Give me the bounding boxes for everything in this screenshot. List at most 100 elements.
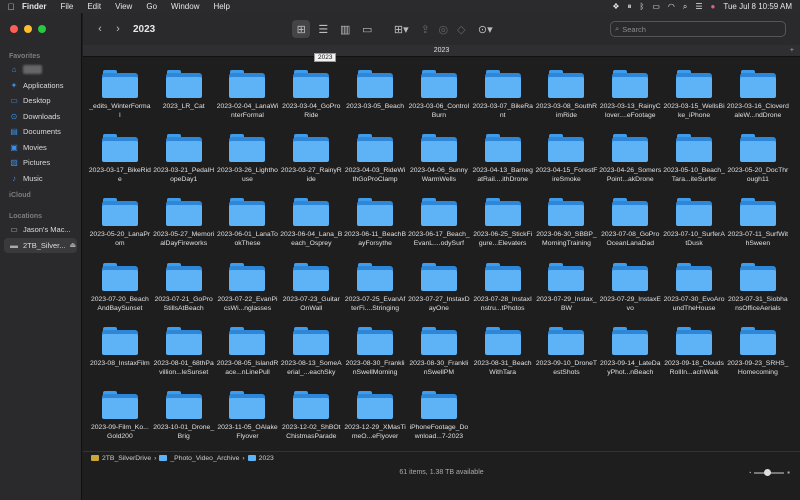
- wifi-icon[interactable]: ◠: [668, 2, 675, 11]
- more-actions-icon[interactable]: ⊙▾: [476, 20, 494, 38]
- folder-item[interactable]: 2023-03-16_CloverdaleW...ndDrone: [726, 69, 790, 133]
- folder-item[interactable]: 2023-08-01_68thPavillion...leSunset: [152, 326, 216, 390]
- folder-item[interactable]: 2023-07-30_EvoAroundTheHouse: [662, 262, 726, 326]
- folder-item[interactable]: 2023-05-20_DocThrough11: [726, 133, 790, 197]
- folder-item[interactable]: 2023-03-06_ControlBurn: [407, 69, 471, 133]
- folder-item[interactable]: 2023-05-27_MemorialDayFireworks: [152, 197, 216, 261]
- folder-item[interactable]: 2023-07-23_GuitarOnWall: [279, 262, 343, 326]
- control-center-icon[interactable]: ☰: [695, 2, 702, 11]
- path-segment[interactable]: _Photo_Video_Archive: [170, 455, 239, 462]
- folder-item[interactable]: 2023-05-20_LanaProm: [88, 197, 152, 261]
- folder-item[interactable]: iPhoneFootage_Download...7-2023: [407, 390, 471, 454]
- icon-size-slider[interactable]: ▪ ▪: [749, 468, 790, 477]
- tab-title[interactable]: 2023: [434, 47, 450, 54]
- folder-item[interactable]: 2023-08-13_SomeAerial_...eachSky: [279, 326, 343, 390]
- column-view-icon[interactable]: ▥: [336, 20, 354, 38]
- pause-icon[interactable]: ⏸: [628, 2, 632, 12]
- folder-item[interactable]: 2023-06-25_StickFigure...Elevaters: [471, 197, 535, 261]
- airdrop-icon[interactable]: ◎: [434, 20, 452, 38]
- folder-item[interactable]: 2023-06-01_LanaTookThese: [216, 197, 280, 261]
- folder-item[interactable]: 2023-07-10_SurferAtDusk: [662, 197, 726, 261]
- folder-item[interactable]: 2023-08-30_FranklinSwellMorning: [343, 326, 407, 390]
- menu-file[interactable]: File: [60, 2, 73, 11]
- battery-icon[interactable]: ▭: [652, 2, 660, 11]
- folder-item[interactable]: 2023-03-13_RainyClover....eFootage: [598, 69, 662, 133]
- folder-item[interactable]: 2023-06-17_Beach_EvanL....odySurf: [407, 197, 471, 261]
- folder-item[interactable]: 2023-09-23_SRHS_Homecoming: [726, 326, 790, 390]
- new-tab-icon[interactable]: +: [790, 45, 794, 57]
- minimize-button[interactable]: [24, 25, 32, 33]
- folder-item[interactable]: 2023-07-28_InstaxInstru...tPhotos: [471, 262, 535, 326]
- sidebar-item-applications[interactable]: ✦ Applications: [0, 78, 81, 94]
- menu-go[interactable]: Go: [146, 2, 157, 11]
- folder-item[interactable]: 2023-03-15_WellsBike_iPhone: [662, 69, 726, 133]
- gallery-view-icon[interactable]: ▭: [358, 20, 376, 38]
- path-segment[interactable]: 2TB_SilverDrive: [102, 455, 151, 462]
- eject-icon[interactable]: ⏏: [70, 241, 77, 249]
- menu-window[interactable]: Window: [171, 2, 199, 11]
- sidebar-item-drive[interactable]: ▬ 2TB_Silver... ⏏: [4, 237, 77, 253]
- folder-item[interactable]: 2023-06-11_BeachBayForsythe: [343, 197, 407, 261]
- folder-item[interactable]: 2023-07-08_GoProOceanLanaDad: [598, 197, 662, 261]
- menu-app-name[interactable]: Finder: [22, 2, 46, 11]
- path-segment[interactable]: 2023: [259, 455, 274, 462]
- folder-item[interactable]: 2023-03-17_BikeRide: [88, 133, 152, 197]
- folder-item[interactable]: 2023-04-13_BarnegatRail....ithDrone: [471, 133, 535, 197]
- slider-knob[interactable]: [764, 468, 772, 476]
- sidebar-item-movies[interactable]: ▣ Movies: [0, 140, 81, 156]
- folder-item[interactable]: 2023-04-26_SomersPoint...akDrone: [598, 133, 662, 197]
- close-button[interactable]: [10, 25, 18, 33]
- folder-item[interactable]: 2023-07-29_Instax_BW: [535, 262, 599, 326]
- folder-item[interactable]: 2023-08-30_FranklinSwellPM: [407, 326, 471, 390]
- folder-item[interactable]: 2023-03-07_BikeRant: [471, 69, 535, 133]
- list-view-icon[interactable]: ☰: [314, 20, 332, 38]
- folder-item[interactable]: 2023-09-14_LateDayPhot...nBeach: [598, 326, 662, 390]
- share-icon[interactable]: ⇪: [416, 20, 434, 38]
- bluetooth-icon[interactable]: ᛒ: [640, 2, 645, 11]
- folder-item[interactable]: 2023-09-Film_Ko...Gold200: [88, 390, 152, 454]
- sidebar-item-mac[interactable]: ▭ Jason's Mac...: [0, 222, 81, 238]
- folder-item[interactable]: 2023-03-26_Lighthouse: [216, 133, 280, 197]
- menu-view[interactable]: View: [115, 2, 132, 11]
- folder-item[interactable]: 2023-06-30_SBBP_MorningTraining: [535, 197, 599, 261]
- folder-item[interactable]: 2023-09-10_DroneTestShots: [535, 326, 599, 390]
- sidebar-item-music[interactable]: ♪ Music: [0, 171, 81, 187]
- menu-edit[interactable]: Edit: [87, 2, 101, 11]
- folder-item[interactable]: 2023-07-20_BeachAndBaySunset: [88, 262, 152, 326]
- spotlight-icon[interactable]: ⌕: [683, 2, 687, 12]
- group-icon[interactable]: ⊞▾: [392, 20, 410, 38]
- folder-item[interactable]: 2023-03-05_Beach: [343, 69, 407, 133]
- slider-track[interactable]: [754, 468, 785, 476]
- folder-item[interactable]: 2023-03-21_PedalHopeDay1: [152, 133, 216, 197]
- folder-item[interactable]: 2023-07-25_EvanAfterFi....Stringing: [343, 262, 407, 326]
- folder-item[interactable]: 2023-03-27_RainyRide: [279, 133, 343, 197]
- zoom-button[interactable]: [38, 25, 46, 33]
- folder-item[interactable]: 2023-07-21_GoProStillsAtBeach: [152, 262, 216, 326]
- folder-item[interactable]: 2023-07-27_InstaxDayOne: [407, 262, 471, 326]
- folder-item[interactable]: 2023-09-18_CloudsRollIn...achWalk: [662, 326, 726, 390]
- search-field[interactable]: ⌕ Search: [610, 21, 786, 37]
- folder-item[interactable]: 2023-07-22_EvanPicsWi...nglasses: [216, 262, 280, 326]
- sidebar-item-documents[interactable]: ▤ Documents: [0, 124, 81, 140]
- folder-item[interactable]: 2023_LR_Cat: [152, 69, 216, 133]
- apple-icon[interactable]: : [0, 2, 22, 12]
- sidebar-item-desktop[interactable]: ▭ Desktop: [0, 93, 81, 109]
- folder-item[interactable]: 2023-11-05_OAlakeFlyover: [216, 390, 280, 454]
- folder-item[interactable]: 2023-02-04_LanaWinterFormal: [216, 69, 280, 133]
- folder-item[interactable]: 2023-05-10_Beach_Tara...iteSurfer: [662, 133, 726, 197]
- sidebar-item-pictures[interactable]: ▨ Pictures: [0, 155, 81, 171]
- folder-item[interactable]: 2023-12-02_ShBOtChistmasParade: [279, 390, 343, 454]
- folder-item[interactable]: 2023-04-03_RideWithGoProClamp: [343, 133, 407, 197]
- folder-item[interactable]: _edits_WinterFormal: [88, 69, 152, 133]
- sidebar-item-downloads[interactable]: ⊙ Downloads: [0, 109, 81, 125]
- folder-item[interactable]: 2023-08-31_BeachWithTara: [471, 326, 535, 390]
- back-button[interactable]: ‹: [91, 20, 109, 38]
- menubar-clock[interactable]: Tue Jul 8 10:59 AM: [723, 2, 792, 11]
- tag-icon[interactable]: ◇: [452, 20, 470, 38]
- folder-item[interactable]: 2023-03-04_GoProRide: [279, 69, 343, 133]
- folder-item[interactable]: 2023-08_InstaxFilm: [88, 326, 152, 390]
- folder-item[interactable]: 2023-07-31_SiobhansOfficeAerials: [726, 262, 790, 326]
- folder-item[interactable]: 2023-04-06_SunnyWarmWells: [407, 133, 471, 197]
- folder-item[interactable]: 2023-08-05_IslandRace...nLinePull: [216, 326, 280, 390]
- folder-item[interactable]: 2023-03-08_SouthRimRide: [535, 69, 599, 133]
